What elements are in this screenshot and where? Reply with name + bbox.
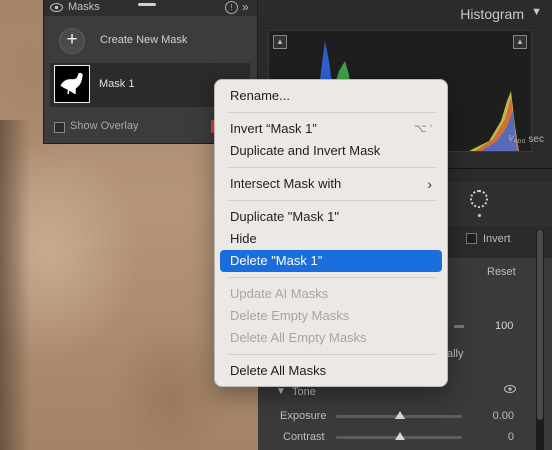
menu-item-label: Hide <box>230 231 257 246</box>
partial-label: ally <box>447 348 464 360</box>
menu-item-rename[interactable]: Rename... <box>220 85 442 107</box>
chevron-right-icon: › <box>427 176 432 192</box>
expand-icon[interactable]: » <box>242 0 249 14</box>
menu-item-delete-empty-masks: Delete Empty Masks <box>220 305 442 327</box>
menu-item-label: Delete All Empty Masks <box>230 330 367 345</box>
menu-item-delete-mask[interactable]: Delete "Mask 1" <box>220 250 442 272</box>
eye-icon[interactable] <box>50 3 63 12</box>
menu-item-hide[interactable]: Hide <box>220 228 442 250</box>
histogram-title[interactable]: Histogram <box>460 6 524 22</box>
eye-icon[interactable] <box>504 385 516 393</box>
shutter-speed: ¹⁄₄₀₀ sec <box>508 134 544 145</box>
reset-button[interactable]: Reset <box>487 266 516 278</box>
menu-separator <box>229 167 435 168</box>
invert-checkbox[interactable] <box>466 233 477 244</box>
context-menu: Rename... Invert “Mask 1” ⌥ ' Duplicate a… <box>214 79 448 387</box>
menu-item-delete-all-masks[interactable]: Delete All Masks <box>220 360 442 382</box>
exposure-value[interactable]: 0.00 <box>493 410 514 422</box>
create-new-mask-button[interactable]: + Create New Mask <box>44 22 257 58</box>
invert-label: Invert <box>483 233 511 245</box>
show-overlay-checkbox[interactable] <box>54 122 65 133</box>
mask-name[interactable]: Mask 1 <box>99 78 134 90</box>
photo-shadow <box>0 120 30 450</box>
menu-item-label: Invert “Mask 1” <box>230 121 317 136</box>
menu-item-intersect-mask-with[interactable]: Intersect Mask with › <box>220 173 442 195</box>
menu-separator <box>229 112 435 113</box>
amount-slider-track[interactable] <box>454 325 464 328</box>
contrast-label: Contrast <box>283 431 325 443</box>
menu-item-delete-all-empty-masks: Delete All Empty Masks <box>220 327 442 349</box>
menu-item-update-ai-masks: Update AI Masks <box>220 283 442 305</box>
plus-icon[interactable]: + <box>59 28 85 54</box>
exposure-label: Exposure <box>280 410 327 422</box>
subject-silhouette-icon <box>60 72 83 95</box>
menu-item-label: Intersect Mask with <box>230 176 342 191</box>
menu-item-duplicate-mask[interactable]: Duplicate "Mask 1" <box>220 206 442 228</box>
menu-item-label: Duplicate and Invert Mask <box>230 143 381 158</box>
amount-value[interactable]: 100 <box>495 320 513 332</box>
menu-item-label: Delete All Masks <box>230 363 327 378</box>
show-overlay-label[interactable]: Show Overlay <box>70 120 138 132</box>
menu-separator <box>229 277 435 278</box>
contrast-value[interactable]: 0 <box>508 431 514 443</box>
menu-separator <box>229 200 435 201</box>
create-new-mask-label: Create New Mask <box>100 34 188 46</box>
masks-panel-header[interactable]: Masks ! » <box>44 0 257 16</box>
masking-tool-icon[interactable] <box>470 190 488 208</box>
menu-item-label: Rename... <box>230 88 290 103</box>
drag-handle[interactable] <box>138 3 156 6</box>
menu-item-duplicate-and-invert[interactable]: Duplicate and Invert Mask <box>220 140 442 162</box>
tone-section-title[interactable]: Tone <box>292 386 316 398</box>
menu-shortcut: ⌥ ' <box>414 123 432 135</box>
menu-item-label: Delete Empty Masks <box>230 308 350 323</box>
collapse-triangle-icon[interactable]: ▼ <box>531 6 542 18</box>
menu-item-label: Update AI Masks <box>230 286 329 301</box>
menu-separator <box>229 354 435 355</box>
contrast-slider-thumb[interactable] <box>395 432 405 440</box>
tone-expand-icon[interactable]: ▼ <box>276 386 286 397</box>
menu-item-invert-mask[interactable]: Invert “Mask 1” ⌥ ' <box>220 118 442 140</box>
mask-thumbnail[interactable] <box>54 65 90 103</box>
menu-item-label: Duplicate "Mask 1" <box>230 209 339 224</box>
masks-panel-title: Masks <box>68 1 100 13</box>
panel-scrollbar-thumb[interactable] <box>537 230 543 420</box>
active-tool-indicator <box>478 214 481 217</box>
exposure-slider-thumb[interactable] <box>395 411 405 419</box>
help-icon[interactable]: ! <box>225 1 238 14</box>
menu-item-label: Delete "Mask 1" <box>230 253 323 268</box>
